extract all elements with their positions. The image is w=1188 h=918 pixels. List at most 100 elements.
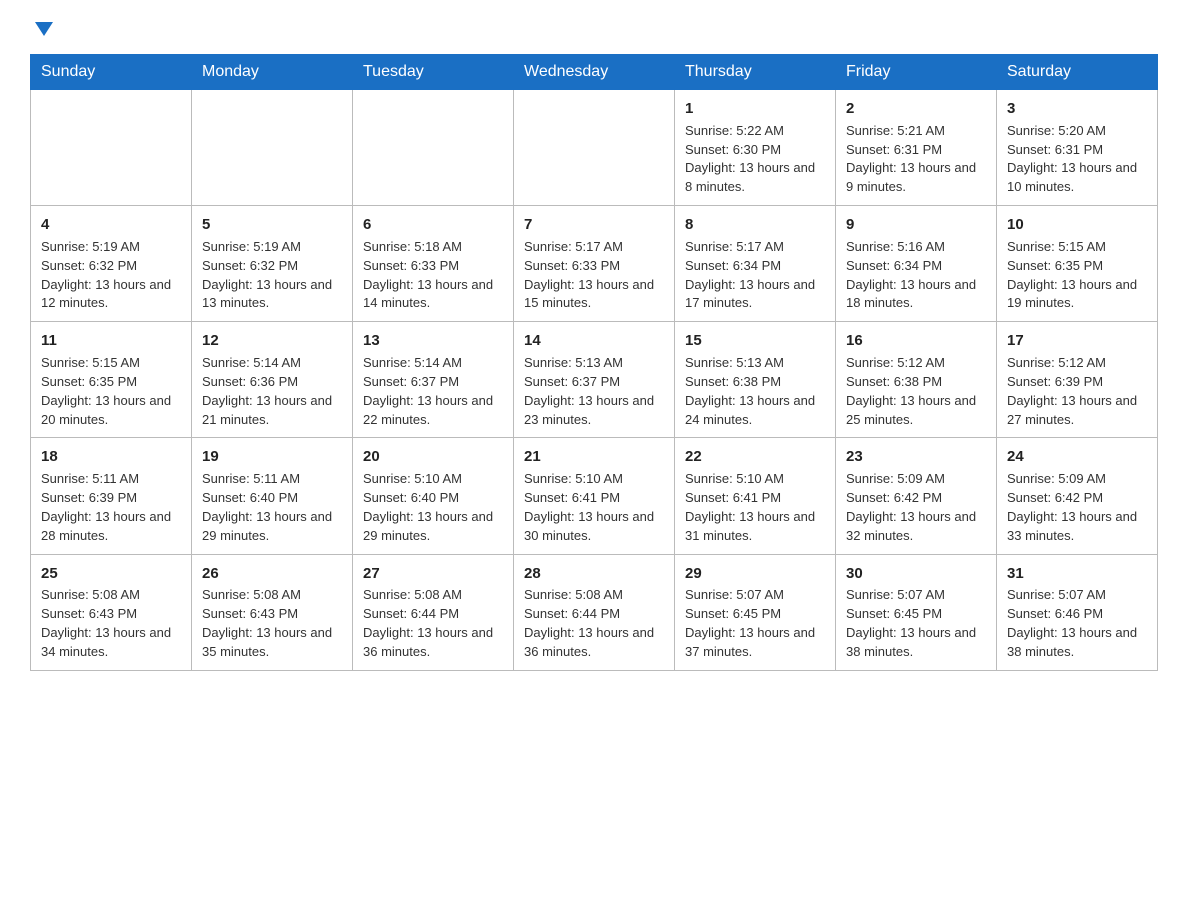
day-number: 13 (363, 330, 503, 352)
calendar-week-row: 4Sunrise: 5:19 AMSunset: 6:32 PMDaylight… (31, 206, 1158, 322)
calendar-cell: 31Sunrise: 5:07 AMSunset: 6:46 PMDayligh… (997, 554, 1158, 670)
day-info: Sunrise: 5:08 AMSunset: 6:43 PMDaylight:… (202, 586, 342, 661)
calendar-header-row: SundayMondayTuesdayWednesdayThursdayFrid… (31, 55, 1158, 90)
day-number: 27 (363, 563, 503, 585)
calendar-cell: 10Sunrise: 5:15 AMSunset: 6:35 PMDayligh… (997, 206, 1158, 322)
day-number: 4 (41, 214, 181, 236)
calendar-cell: 6Sunrise: 5:18 AMSunset: 6:33 PMDaylight… (353, 206, 514, 322)
day-number: 16 (846, 330, 986, 352)
day-number: 19 (202, 446, 342, 468)
day-info: Sunrise: 5:12 AMSunset: 6:38 PMDaylight:… (846, 354, 986, 429)
calendar-cell (353, 90, 514, 206)
day-number: 28 (524, 563, 664, 585)
day-number: 15 (685, 330, 825, 352)
day-number: 8 (685, 214, 825, 236)
calendar-cell (192, 90, 353, 206)
calendar-cell: 27Sunrise: 5:08 AMSunset: 6:44 PMDayligh… (353, 554, 514, 670)
day-info: Sunrise: 5:17 AMSunset: 6:34 PMDaylight:… (685, 238, 825, 313)
calendar-cell (514, 90, 675, 206)
page-header (30, 24, 1158, 38)
day-info: Sunrise: 5:13 AMSunset: 6:38 PMDaylight:… (685, 354, 825, 429)
day-info: Sunrise: 5:20 AMSunset: 6:31 PMDaylight:… (1007, 122, 1147, 197)
day-number: 3 (1007, 98, 1147, 120)
calendar-cell: 11Sunrise: 5:15 AMSunset: 6:35 PMDayligh… (31, 322, 192, 438)
logo (30, 24, 53, 38)
day-of-week-header: Monday (192, 55, 353, 90)
day-info: Sunrise: 5:09 AMSunset: 6:42 PMDaylight:… (846, 470, 986, 545)
calendar-cell: 23Sunrise: 5:09 AMSunset: 6:42 PMDayligh… (836, 438, 997, 554)
day-number: 17 (1007, 330, 1147, 352)
day-number: 31 (1007, 563, 1147, 585)
calendar-cell: 20Sunrise: 5:10 AMSunset: 6:40 PMDayligh… (353, 438, 514, 554)
day-info: Sunrise: 5:17 AMSunset: 6:33 PMDaylight:… (524, 238, 664, 313)
day-info: Sunrise: 5:07 AMSunset: 6:45 PMDaylight:… (685, 586, 825, 661)
day-info: Sunrise: 5:12 AMSunset: 6:39 PMDaylight:… (1007, 354, 1147, 429)
day-info: Sunrise: 5:10 AMSunset: 6:40 PMDaylight:… (363, 470, 503, 545)
calendar-cell: 19Sunrise: 5:11 AMSunset: 6:40 PMDayligh… (192, 438, 353, 554)
day-number: 5 (202, 214, 342, 236)
day-number: 29 (685, 563, 825, 585)
day-info: Sunrise: 5:16 AMSunset: 6:34 PMDaylight:… (846, 238, 986, 313)
day-number: 25 (41, 563, 181, 585)
calendar-cell: 7Sunrise: 5:17 AMSunset: 6:33 PMDaylight… (514, 206, 675, 322)
day-of-week-header: Thursday (675, 55, 836, 90)
day-info: Sunrise: 5:19 AMSunset: 6:32 PMDaylight:… (41, 238, 181, 313)
day-number: 9 (846, 214, 986, 236)
day-info: Sunrise: 5:10 AMSunset: 6:41 PMDaylight:… (524, 470, 664, 545)
calendar-cell: 25Sunrise: 5:08 AMSunset: 6:43 PMDayligh… (31, 554, 192, 670)
calendar-cell: 2Sunrise: 5:21 AMSunset: 6:31 PMDaylight… (836, 90, 997, 206)
day-info: Sunrise: 5:07 AMSunset: 6:45 PMDaylight:… (846, 586, 986, 661)
day-info: Sunrise: 5:08 AMSunset: 6:43 PMDaylight:… (41, 586, 181, 661)
calendar-cell: 29Sunrise: 5:07 AMSunset: 6:45 PMDayligh… (675, 554, 836, 670)
calendar-cell: 22Sunrise: 5:10 AMSunset: 6:41 PMDayligh… (675, 438, 836, 554)
day-info: Sunrise: 5:09 AMSunset: 6:42 PMDaylight:… (1007, 470, 1147, 545)
day-number: 7 (524, 214, 664, 236)
day-info: Sunrise: 5:18 AMSunset: 6:33 PMDaylight:… (363, 238, 503, 313)
day-number: 10 (1007, 214, 1147, 236)
day-info: Sunrise: 5:13 AMSunset: 6:37 PMDaylight:… (524, 354, 664, 429)
calendar-cell: 4Sunrise: 5:19 AMSunset: 6:32 PMDaylight… (31, 206, 192, 322)
day-number: 20 (363, 446, 503, 468)
day-number: 1 (685, 98, 825, 120)
calendar-cell (31, 90, 192, 206)
day-number: 30 (846, 563, 986, 585)
calendar-cell: 17Sunrise: 5:12 AMSunset: 6:39 PMDayligh… (997, 322, 1158, 438)
day-info: Sunrise: 5:14 AMSunset: 6:37 PMDaylight:… (363, 354, 503, 429)
day-of-week-header: Friday (836, 55, 997, 90)
calendar-cell: 3Sunrise: 5:20 AMSunset: 6:31 PMDaylight… (997, 90, 1158, 206)
calendar-cell: 5Sunrise: 5:19 AMSunset: 6:32 PMDaylight… (192, 206, 353, 322)
day-number: 21 (524, 446, 664, 468)
day-number: 12 (202, 330, 342, 352)
day-info: Sunrise: 5:08 AMSunset: 6:44 PMDaylight:… (363, 586, 503, 661)
calendar-cell: 8Sunrise: 5:17 AMSunset: 6:34 PMDaylight… (675, 206, 836, 322)
calendar-cell: 30Sunrise: 5:07 AMSunset: 6:45 PMDayligh… (836, 554, 997, 670)
calendar-cell: 13Sunrise: 5:14 AMSunset: 6:37 PMDayligh… (353, 322, 514, 438)
calendar-week-row: 1Sunrise: 5:22 AMSunset: 6:30 PMDaylight… (31, 90, 1158, 206)
day-info: Sunrise: 5:21 AMSunset: 6:31 PMDaylight:… (846, 122, 986, 197)
day-of-week-header: Sunday (31, 55, 192, 90)
day-number: 22 (685, 446, 825, 468)
day-info: Sunrise: 5:08 AMSunset: 6:44 PMDaylight:… (524, 586, 664, 661)
logo-triangle-icon (35, 22, 53, 36)
day-number: 6 (363, 214, 503, 236)
day-number: 23 (846, 446, 986, 468)
calendar-table: SundayMondayTuesdayWednesdayThursdayFrid… (30, 54, 1158, 671)
day-number: 2 (846, 98, 986, 120)
day-info: Sunrise: 5:15 AMSunset: 6:35 PMDaylight:… (41, 354, 181, 429)
calendar-cell: 24Sunrise: 5:09 AMSunset: 6:42 PMDayligh… (997, 438, 1158, 554)
day-info: Sunrise: 5:15 AMSunset: 6:35 PMDaylight:… (1007, 238, 1147, 313)
day-info: Sunrise: 5:19 AMSunset: 6:32 PMDaylight:… (202, 238, 342, 313)
calendar-cell: 12Sunrise: 5:14 AMSunset: 6:36 PMDayligh… (192, 322, 353, 438)
day-number: 26 (202, 563, 342, 585)
day-info: Sunrise: 5:22 AMSunset: 6:30 PMDaylight:… (685, 122, 825, 197)
calendar-cell: 1Sunrise: 5:22 AMSunset: 6:30 PMDaylight… (675, 90, 836, 206)
day-info: Sunrise: 5:14 AMSunset: 6:36 PMDaylight:… (202, 354, 342, 429)
day-info: Sunrise: 5:11 AMSunset: 6:39 PMDaylight:… (41, 470, 181, 545)
day-info: Sunrise: 5:07 AMSunset: 6:46 PMDaylight:… (1007, 586, 1147, 661)
day-info: Sunrise: 5:10 AMSunset: 6:41 PMDaylight:… (685, 470, 825, 545)
calendar-cell: 21Sunrise: 5:10 AMSunset: 6:41 PMDayligh… (514, 438, 675, 554)
calendar-cell: 15Sunrise: 5:13 AMSunset: 6:38 PMDayligh… (675, 322, 836, 438)
calendar-cell: 28Sunrise: 5:08 AMSunset: 6:44 PMDayligh… (514, 554, 675, 670)
day-of-week-header: Wednesday (514, 55, 675, 90)
day-number: 24 (1007, 446, 1147, 468)
